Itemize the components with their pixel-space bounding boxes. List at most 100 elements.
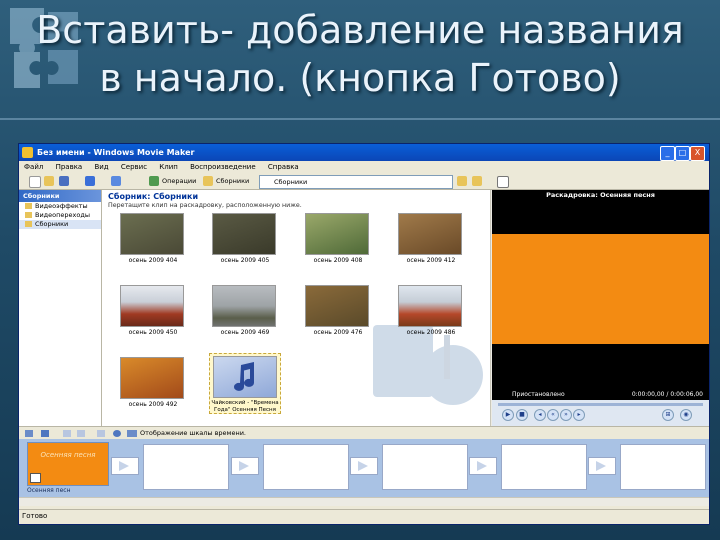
storyboard-frame[interactable] xyxy=(501,444,587,490)
clip-item[interactable]: осень 2009 408 xyxy=(305,213,371,264)
clip-item[interactable]: осень 2009 486 xyxy=(398,285,464,336)
clip-label: осень 2009 469 xyxy=(220,329,270,336)
collections-icon xyxy=(203,176,213,186)
tree-item-video-effects[interactable]: Видеоэффекты xyxy=(19,202,101,211)
playback-time: 0:00:00,00 / 0:00:06,00 xyxy=(631,391,703,398)
collection-hint: Перетащите клип на раскадровку, располож… xyxy=(108,202,302,209)
tasks-icon xyxy=(149,176,159,186)
slide-title-line-1: Вставить- добавление названия xyxy=(36,8,684,52)
transition-slot[interactable] xyxy=(588,457,616,475)
tree-item-video-transitions[interactable]: Видеопереходы xyxy=(19,211,101,220)
folder-icon xyxy=(25,221,32,227)
clip-label: осень 2009 486 xyxy=(406,329,456,336)
window-titlebar: Без имени - Windows Movie Maker _ □ X xyxy=(19,144,709,161)
menu-clip[interactable]: Клип xyxy=(154,161,183,174)
clip-thumbnail xyxy=(305,285,369,327)
clip-thumbnail xyxy=(213,356,277,398)
collection-heading: Сборник: Сборники xyxy=(108,192,199,201)
clip-label: Чайковский - "Времена Года" Осенняя Песн… xyxy=(211,400,279,413)
clip-label: осень 2009 476 xyxy=(313,329,363,336)
clip-thumbnail xyxy=(120,285,184,327)
title-frame-text: Осенняя песня xyxy=(40,451,96,459)
transition-slot[interactable] xyxy=(350,457,378,475)
clip-thumbnail xyxy=(398,285,462,327)
title-separator xyxy=(0,118,720,120)
movie-maker-window: Без имени - Windows Movie Maker _ □ X Фа… xyxy=(18,143,710,525)
play-button-icon[interactable]: ▶ xyxy=(502,409,514,421)
stop-button-icon[interactable]: ■ xyxy=(516,409,528,421)
zoom-out-icon[interactable] xyxy=(77,430,85,437)
status-text: Готово xyxy=(22,512,48,520)
undo-icon[interactable] xyxy=(85,176,95,186)
tasks-button[interactable]: Операции xyxy=(162,176,196,187)
menu-help[interactable]: Справка xyxy=(263,161,304,174)
menu-edit[interactable]: Правка xyxy=(51,161,88,174)
collections-combo-value: Сборники xyxy=(274,178,308,186)
title-frame-label: Осенняя песн xyxy=(27,487,71,494)
storyboard-frame[interactable] xyxy=(620,444,706,490)
clip-thumbnail xyxy=(212,285,276,327)
audio-levels-icon[interactable] xyxy=(41,430,49,437)
redo-icon[interactable] xyxy=(111,176,121,186)
clip-thumbnail xyxy=(398,213,462,255)
rewind-icon[interactable]: « xyxy=(547,409,559,421)
preview-screen xyxy=(492,234,709,344)
menu-tools[interactable]: Сервис xyxy=(116,161,152,174)
clip-item[interactable]: осень 2009 492 xyxy=(120,357,186,408)
maximize-button[interactable]: □ xyxy=(675,146,690,161)
storyboard: Осенняя песня Осенняя песн xyxy=(19,439,709,497)
clip-label: осень 2009 404 xyxy=(128,257,178,264)
new-project-icon[interactable] xyxy=(29,176,41,188)
clip-item[interactable]: осень 2009 476 xyxy=(305,285,371,336)
new-folder-icon[interactable] xyxy=(472,176,482,186)
effect-star-icon xyxy=(30,473,41,483)
seek-bar[interactable] xyxy=(498,403,703,406)
slide-title: Вставить- добавление названия в начало. … xyxy=(0,6,720,102)
menu-play[interactable]: Воспроизведение xyxy=(185,161,261,174)
storyboard-frame[interactable] xyxy=(263,444,349,490)
split-clip-icon[interactable]: ⊞ xyxy=(662,409,674,421)
preview-monitor: Раскадровка: Осенняя песня Приостановлен… xyxy=(492,190,709,426)
playback-controls: ▶ ■ ◂ « » ▸ ⊞ ◉ xyxy=(492,400,709,426)
collections-combo[interactable]: Сборники xyxy=(259,175,453,189)
folder-icon xyxy=(25,203,32,209)
open-project-icon[interactable] xyxy=(44,176,54,186)
snapshot-icon[interactable]: ◉ xyxy=(680,409,692,421)
next-frame-icon[interactable]: ▸ xyxy=(573,409,585,421)
transition-slot[interactable] xyxy=(231,457,259,475)
close-button[interactable]: X xyxy=(690,146,705,161)
views-icon[interactable] xyxy=(497,176,509,188)
storyboard-scrollbar[interactable] xyxy=(19,497,709,506)
forward-icon[interactable]: » xyxy=(560,409,572,421)
clip-label: осень 2009 412 xyxy=(406,257,456,264)
folder-up-icon[interactable] xyxy=(457,176,467,186)
clip-item[interactable]: осень 2009 450 xyxy=(120,285,186,336)
clip-item[interactable]: осень 2009 404 xyxy=(120,213,186,264)
storyboard-title-frame[interactable]: Осенняя песня xyxy=(27,442,109,486)
save-project-icon[interactable] xyxy=(59,176,69,186)
menu-view[interactable]: Вид xyxy=(89,161,113,174)
clip-item[interactable]: осень 2009 469 xyxy=(212,285,278,336)
clip-thumbnail xyxy=(120,357,184,399)
minimize-button[interactable]: _ xyxy=(660,146,675,161)
transition-slot[interactable] xyxy=(111,457,139,475)
play-storyboard-icon[interactable] xyxy=(113,430,121,437)
menu-file[interactable]: Файл xyxy=(19,161,48,174)
clip-item[interactable]: осень 2009 405 xyxy=(212,213,278,264)
rewind-storyboard-icon[interactable] xyxy=(97,430,105,437)
narration-icon[interactable] xyxy=(25,430,33,437)
menu-bar: Файл Правка Вид Сервис Клип Воспроизведе… xyxy=(19,161,709,174)
audio-clip-item[interactable]: Чайковский - "Времена Года" Осенняя Песн… xyxy=(209,353,281,414)
clip-item[interactable]: осень 2009 412 xyxy=(398,213,464,264)
collections-button[interactable]: Сборники xyxy=(216,176,249,187)
zoom-in-icon[interactable] xyxy=(63,430,71,437)
storyboard-frame[interactable] xyxy=(382,444,468,490)
storyboard-frame[interactable] xyxy=(143,444,229,490)
transition-slot[interactable] xyxy=(469,457,497,475)
prev-frame-icon[interactable]: ◂ xyxy=(534,409,546,421)
clip-label: осень 2009 492 xyxy=(128,401,178,408)
tree-item-collections[interactable]: Сборники xyxy=(19,220,101,229)
preview-title: Раскадровка: Осенняя песня xyxy=(546,191,655,199)
app-icon xyxy=(22,147,33,158)
timeline-icon[interactable] xyxy=(127,430,137,437)
